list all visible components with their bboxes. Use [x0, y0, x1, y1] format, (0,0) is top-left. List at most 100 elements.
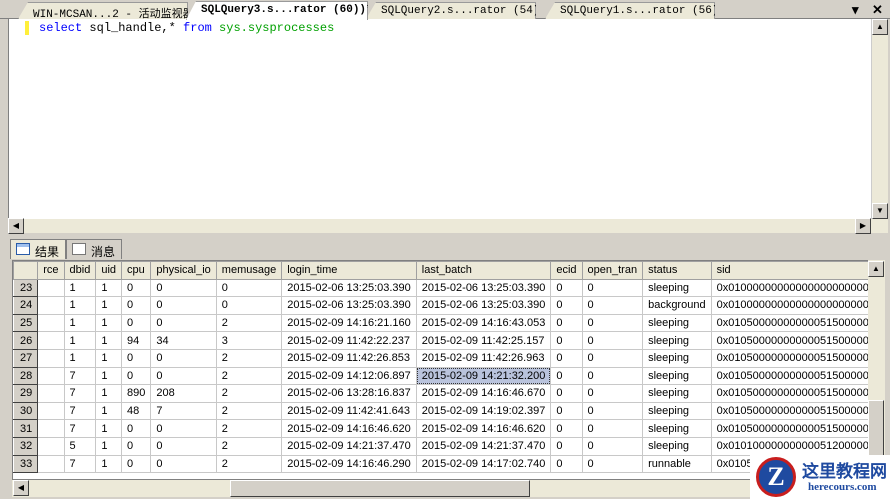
- table-cell[interactable]: 5: [63, 436, 97, 456]
- grid-vertical-scrollbar[interactable]: ▲: [868, 260, 885, 480]
- column-header[interactable]: status: [642, 261, 712, 280]
- tab-results[interactable]: 结果: [10, 239, 67, 259]
- table-cell[interactable]: 0: [581, 348, 644, 368]
- results-grid[interactable]: rce dbid uid cpu physical_io memusage login_ti…: [12, 260, 882, 480]
- table-cell[interactable]: 0x0100000000000000000000000000: [710, 278, 881, 298]
- table-cell[interactable]: 0: [550, 384, 583, 403]
- table-cell[interactable]: [37, 296, 65, 315]
- column-header[interactable]: dbid: [63, 261, 97, 280]
- column-header[interactable]: uid: [95, 261, 123, 280]
- table-cell[interactable]: 2015-02-09 14:16:46.620: [281, 419, 417, 438]
- row-header[interactable]: 31: [13, 419, 39, 438]
- table-cell[interactable]: sleeping: [642, 278, 712, 298]
- table-cell[interactable]: 0: [581, 278, 644, 298]
- table-cell[interactable]: 2015-02-09 11:42:22.237: [281, 331, 417, 350]
- table-cell[interactable]: 1: [63, 313, 97, 333]
- table-cell[interactable]: 0: [150, 436, 217, 456]
- table-cell[interactable]: 0: [215, 296, 283, 315]
- table-cell[interactable]: sleeping: [642, 384, 712, 403]
- table-cell[interactable]: [37, 278, 65, 298]
- row-header[interactable]: 30: [13, 401, 39, 421]
- column-header[interactable]: physical_io: [150, 261, 217, 280]
- table-cell[interactable]: 0x0100000000000000000000000000: [710, 296, 881, 315]
- table-cell[interactable]: 0: [581, 384, 644, 403]
- table-cell[interactable]: 0: [581, 366, 644, 386]
- table-cell[interactable]: 1: [63, 348, 97, 368]
- table-cell[interactable]: 0: [581, 331, 644, 350]
- tab-sqlquery1[interactable]: SQLQuery1.s...rator (56))*: [545, 2, 715, 19]
- table-cell[interactable]: 2015-02-09 14:12:06.897: [281, 366, 417, 386]
- table-cell[interactable]: 2015-02-09 11:42:41.643: [281, 401, 417, 421]
- table-cell[interactable]: 2: [215, 436, 283, 456]
- table-cell[interactable]: 0: [150, 366, 217, 386]
- table-cell[interactable]: 0: [150, 313, 217, 333]
- table-cell[interactable]: 2015-02-06 13:25:03.390: [415, 296, 552, 315]
- table-cell[interactable]: 2: [215, 454, 283, 474]
- table-cell[interactable]: 2015-02-09 14:16:46.620: [415, 419, 552, 438]
- table-cell[interactable]: 0x0105000000000005150000004A5: [710, 313, 881, 333]
- table-cell[interactable]: 0x0105000000000005150000004A5: [710, 384, 881, 403]
- table-cell[interactable]: 0: [581, 454, 644, 474]
- table-cell[interactable]: 2015-02-09 14:21:37.470: [281, 436, 417, 456]
- table-cell[interactable]: 7: [63, 419, 97, 438]
- table-cell[interactable]: 0: [581, 296, 644, 315]
- table-cell[interactable]: 1: [95, 436, 123, 456]
- table-cell[interactable]: background: [642, 296, 712, 315]
- table-cell[interactable]: 1: [95, 348, 123, 368]
- table-cell[interactable]: [37, 401, 65, 421]
- table-cell[interactable]: sleeping: [642, 419, 712, 438]
- table-cell[interactable]: 2015-02-09 14:16:21.160: [281, 313, 417, 333]
- table-cell[interactable]: 1: [95, 384, 123, 403]
- table-cell[interactable]: 208: [150, 384, 217, 403]
- table-cell[interactable]: 48: [121, 401, 152, 421]
- table-cell[interactable]: 7: [63, 401, 97, 421]
- table-cell[interactable]: 0x0105000000000005150000004A5: [710, 419, 881, 438]
- row-header[interactable]: 26: [13, 331, 39, 350]
- table-cell[interactable]: 1: [95, 331, 123, 350]
- table-cell[interactable]: 1: [95, 366, 123, 386]
- scroll-up-icon[interactable]: ▲: [872, 19, 888, 35]
- table-cell[interactable]: 0: [121, 278, 152, 298]
- table-cell[interactable]: 2: [215, 348, 283, 368]
- scroll-left-icon[interactable]: ◀: [8, 218, 24, 234]
- tab-messages[interactable]: 消息: [66, 239, 123, 259]
- table-cell[interactable]: 2015-02-06 13:28:16.837: [281, 384, 417, 403]
- table-cell[interactable]: 1: [63, 331, 97, 350]
- tab-activity-monitor[interactable]: WIN-MCSAN...2 - 活动监视器: [18, 2, 188, 19]
- table-cell[interactable]: 0: [550, 313, 583, 333]
- table-cell[interactable]: 0: [150, 296, 217, 315]
- column-header[interactable]: login_time: [281, 261, 417, 280]
- table-cell[interactable]: 0: [150, 419, 217, 438]
- table-cell[interactable]: 0: [550, 296, 583, 315]
- table-cell[interactable]: 1: [95, 401, 123, 421]
- table-cell[interactable]: 7: [63, 366, 97, 386]
- table-cell[interactable]: [37, 419, 65, 438]
- scroll-up-icon[interactable]: ▲: [868, 261, 884, 277]
- table-cell[interactable]: [37, 348, 65, 368]
- table-cell[interactable]: 890: [121, 384, 152, 403]
- table-cell[interactable]: 2: [215, 366, 283, 386]
- table-cell[interactable]: sleeping: [642, 436, 712, 456]
- table-cell[interactable]: 2: [215, 419, 283, 438]
- table-cell[interactable]: 0: [121, 366, 152, 386]
- table-cell[interactable]: 2015-02-09 14:16:43.053: [415, 313, 552, 333]
- row-header[interactable]: 27: [13, 348, 39, 368]
- row-header[interactable]: 28: [13, 366, 39, 386]
- table-cell[interactable]: sleeping: [642, 401, 712, 421]
- table-cell[interactable]: 0: [550, 436, 583, 456]
- table-cell[interactable]: 0: [215, 278, 283, 298]
- table-cell[interactable]: 0: [550, 454, 583, 474]
- table-cell[interactable]: 1: [95, 313, 123, 333]
- tab-list-dropdown-icon[interactable]: ▾: [852, 2, 859, 18]
- table-cell[interactable]: 0: [150, 454, 217, 474]
- table-cell[interactable]: 7: [150, 401, 217, 421]
- table-cell[interactable]: 2015-02-09 14:16:46.670: [415, 384, 552, 403]
- table-cell[interactable]: 0: [581, 401, 644, 421]
- table-cell[interactable]: 0: [550, 278, 583, 298]
- table-cell[interactable]: 2: [215, 384, 283, 403]
- table-cell[interactable]: 0: [121, 348, 152, 368]
- table-cell[interactable]: [37, 313, 65, 333]
- column-header[interactable]: sid: [710, 261, 881, 280]
- table-cell[interactable]: 7: [63, 454, 97, 474]
- table-cell[interactable]: 3: [215, 331, 283, 350]
